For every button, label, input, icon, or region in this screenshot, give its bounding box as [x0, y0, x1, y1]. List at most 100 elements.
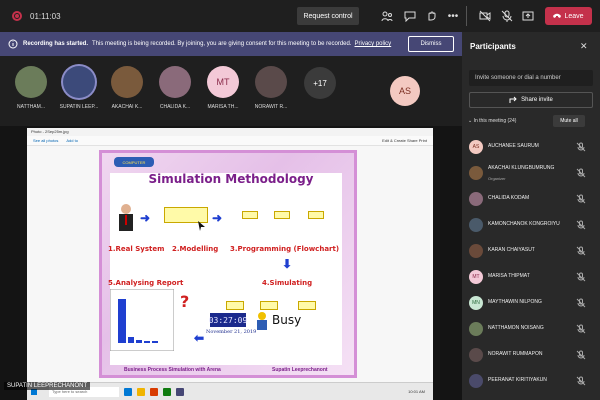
step-real-system: 1.Real System — [108, 245, 165, 253]
list-item[interactable]: NORAWIT RUMMAPON — [462, 341, 600, 367]
svg-text:?: ? — [180, 293, 189, 309]
participant-strip: NATTHAM... SUPATIN LEEP... AKACHAI K... … — [0, 56, 462, 126]
mute-all-button[interactable]: Mute all — [553, 115, 585, 127]
participant-tile[interactable]: NATTHAM... — [8, 66, 54, 110]
busy-label: Busy — [272, 313, 302, 327]
mic-muted-icon — [576, 220, 586, 230]
panel-title: Participants — [470, 42, 516, 51]
privacy-policy-link[interactable]: Privacy policy — [355, 41, 392, 47]
report-bar — [118, 299, 126, 343]
teams-meeting-window: 01:11:03 Request control ••• Leave Recor… — [0, 0, 600, 400]
see-all-photos-link[interactable]: See all photos — [33, 138, 58, 143]
taskbar-app-icon[interactable] — [150, 387, 158, 396]
in-meeting-header[interactable]: ⌄ In this meeting (24) — [468, 118, 516, 124]
mic-muted-icon — [576, 350, 586, 360]
meeting-timer: 01:11:03 — [30, 11, 61, 21]
sim-box — [260, 301, 278, 310]
slide-logo: COMPUTER — [114, 157, 154, 167]
flowchart-box — [242, 211, 258, 219]
arrow-down-icon: ⬇ — [282, 257, 293, 271]
arrow-icon: ➜ — [212, 211, 223, 225]
leave-button[interactable]: Leave — [545, 7, 592, 25]
avatar — [469, 244, 483, 258]
list-item[interactable]: MN MAYTHAWIN NILPONG — [462, 289, 600, 315]
participant-tile[interactable]: MT MARISA TH... — [200, 66, 246, 110]
participant-name: NORAWIT RUMMAPON — [488, 351, 543, 357]
mic-muted-icon — [576, 324, 586, 334]
worker-icon — [257, 312, 267, 330]
avatar — [469, 218, 483, 232]
camera-off-icon[interactable] — [478, 9, 492, 23]
flowchart-box — [274, 211, 290, 219]
close-icon[interactable]: ✕ — [580, 41, 588, 52]
participant-name: PEERANAT KIRITIYAKUN — [488, 377, 547, 383]
photo-viewer: COMPUTER Simulation Methodology 1.Real S… — [27, 146, 433, 382]
shared-screen[interactable]: Photo - 2Sep25m.jpg See all photos Add t… — [27, 128, 433, 400]
list-item[interactable]: KARAN CHAIYASUT — [462, 237, 600, 263]
participant-name: NATTHAMON NOISANG — [488, 325, 544, 331]
list-item[interactable]: PEERANAT KIRITIYAKUN — [462, 367, 600, 393]
cursor-icon — [198, 221, 205, 231]
more-participants-button[interactable]: +17 — [304, 67, 336, 99]
taskbar-app-icon[interactable] — [137, 387, 145, 396]
participant-name: AUCHANEE SAURUM — [488, 143, 539, 149]
avatar — [469, 374, 483, 388]
participant-tile[interactable]: NORAWIT R... — [248, 66, 294, 110]
list-item[interactable]: AS AUCHANEE SAURUM — [462, 133, 600, 159]
step-modelling: 2.Modelling — [172, 245, 219, 253]
photos-toolbar-actions[interactable]: Edit & Create Share Print — [382, 138, 427, 143]
list-item[interactable]: AKACHAI KLUNGBUMRUNG Organizer — [462, 159, 600, 185]
question-icon: ? — [180, 293, 189, 309]
flowchart-box — [308, 211, 324, 219]
avatar: MT — [207, 66, 239, 98]
avatar — [469, 166, 483, 180]
report-bar — [144, 341, 150, 343]
participant-tile-name: CHALIDA K... — [159, 104, 191, 110]
list-item[interactable]: KAMONCHANOK KONGROIYU — [462, 211, 600, 237]
arrow-left-icon: ⬅ — [194, 331, 205, 345]
toolbar-divider — [466, 6, 467, 26]
participant-name: MAYTHAWIN NILPONG — [488, 299, 542, 305]
dismiss-button[interactable]: Dismiss — [408, 36, 454, 52]
list-item[interactable]: CHALIDA KODAM — [462, 185, 600, 211]
reactions-icon[interactable] — [424, 9, 438, 23]
avatar — [159, 66, 191, 98]
participant-tile[interactable]: SUPATIN LEEP... — [56, 66, 102, 110]
photos-toolbar: See all photos Add to Edit & Create Shar… — [27, 136, 433, 146]
report-bar — [136, 340, 142, 343]
mic-off-icon[interactable] — [500, 9, 514, 23]
participant-tile-name: MARISA TH... — [207, 104, 239, 110]
share-tray-icon[interactable] — [521, 9, 535, 23]
list-item[interactable]: MT MARISA THIPMAT — [462, 263, 600, 289]
chat-icon[interactable] — [403, 9, 417, 23]
invite-input[interactable]: Invite someone or dial a number — [469, 70, 593, 86]
request-control-button[interactable]: Request control — [297, 7, 359, 25]
share-invite-button[interactable]: Share invite — [469, 92, 593, 108]
taskbar-app-icon[interactable] — [176, 387, 184, 396]
leave-label: Leave — [564, 12, 584, 20]
sim-box — [226, 301, 244, 310]
participant-list: AS AUCHANEE SAURUM AKACHAI KLUNGBUMRUNG … — [462, 133, 600, 393]
taskbar-app-icon[interactable] — [124, 387, 132, 396]
participant-tile[interactable]: CHALIDA K... — [152, 66, 198, 110]
banner-text: This meeting is being recorded. By joini… — [92, 41, 352, 47]
participant-name: CHALIDA KODAM — [488, 195, 530, 201]
banner-title: Recording has started. — [23, 41, 89, 47]
taskbar-clock: 10:01 AM — [408, 389, 425, 394]
presentation-slide: COMPUTER Simulation Methodology 1.Real S… — [99, 150, 357, 378]
share-invite-label: Share invite — [521, 97, 553, 103]
participant-tile[interactable]: AKACHAI K... — [104, 66, 150, 110]
participant-tile-name: NORAWIT R... — [254, 104, 288, 110]
recording-icon — [12, 11, 22, 21]
people-icon[interactable] — [380, 9, 394, 23]
sim-clock: 03:27:09 — [209, 313, 247, 327]
more-options-icon[interactable]: ••• — [446, 9, 460, 23]
list-item[interactable]: NATTHAMON NOISANG — [462, 315, 600, 341]
self-avatar: AS — [390, 76, 420, 106]
mic-muted-icon — [576, 246, 586, 256]
add-to-link[interactable]: Add to — [66, 138, 78, 143]
avatar: MN — [469, 296, 483, 310]
avatar — [255, 66, 287, 98]
taskbar-app-icon[interactable] — [163, 387, 171, 396]
slide-footer-right: Supatin Leeprechanont — [272, 367, 328, 373]
